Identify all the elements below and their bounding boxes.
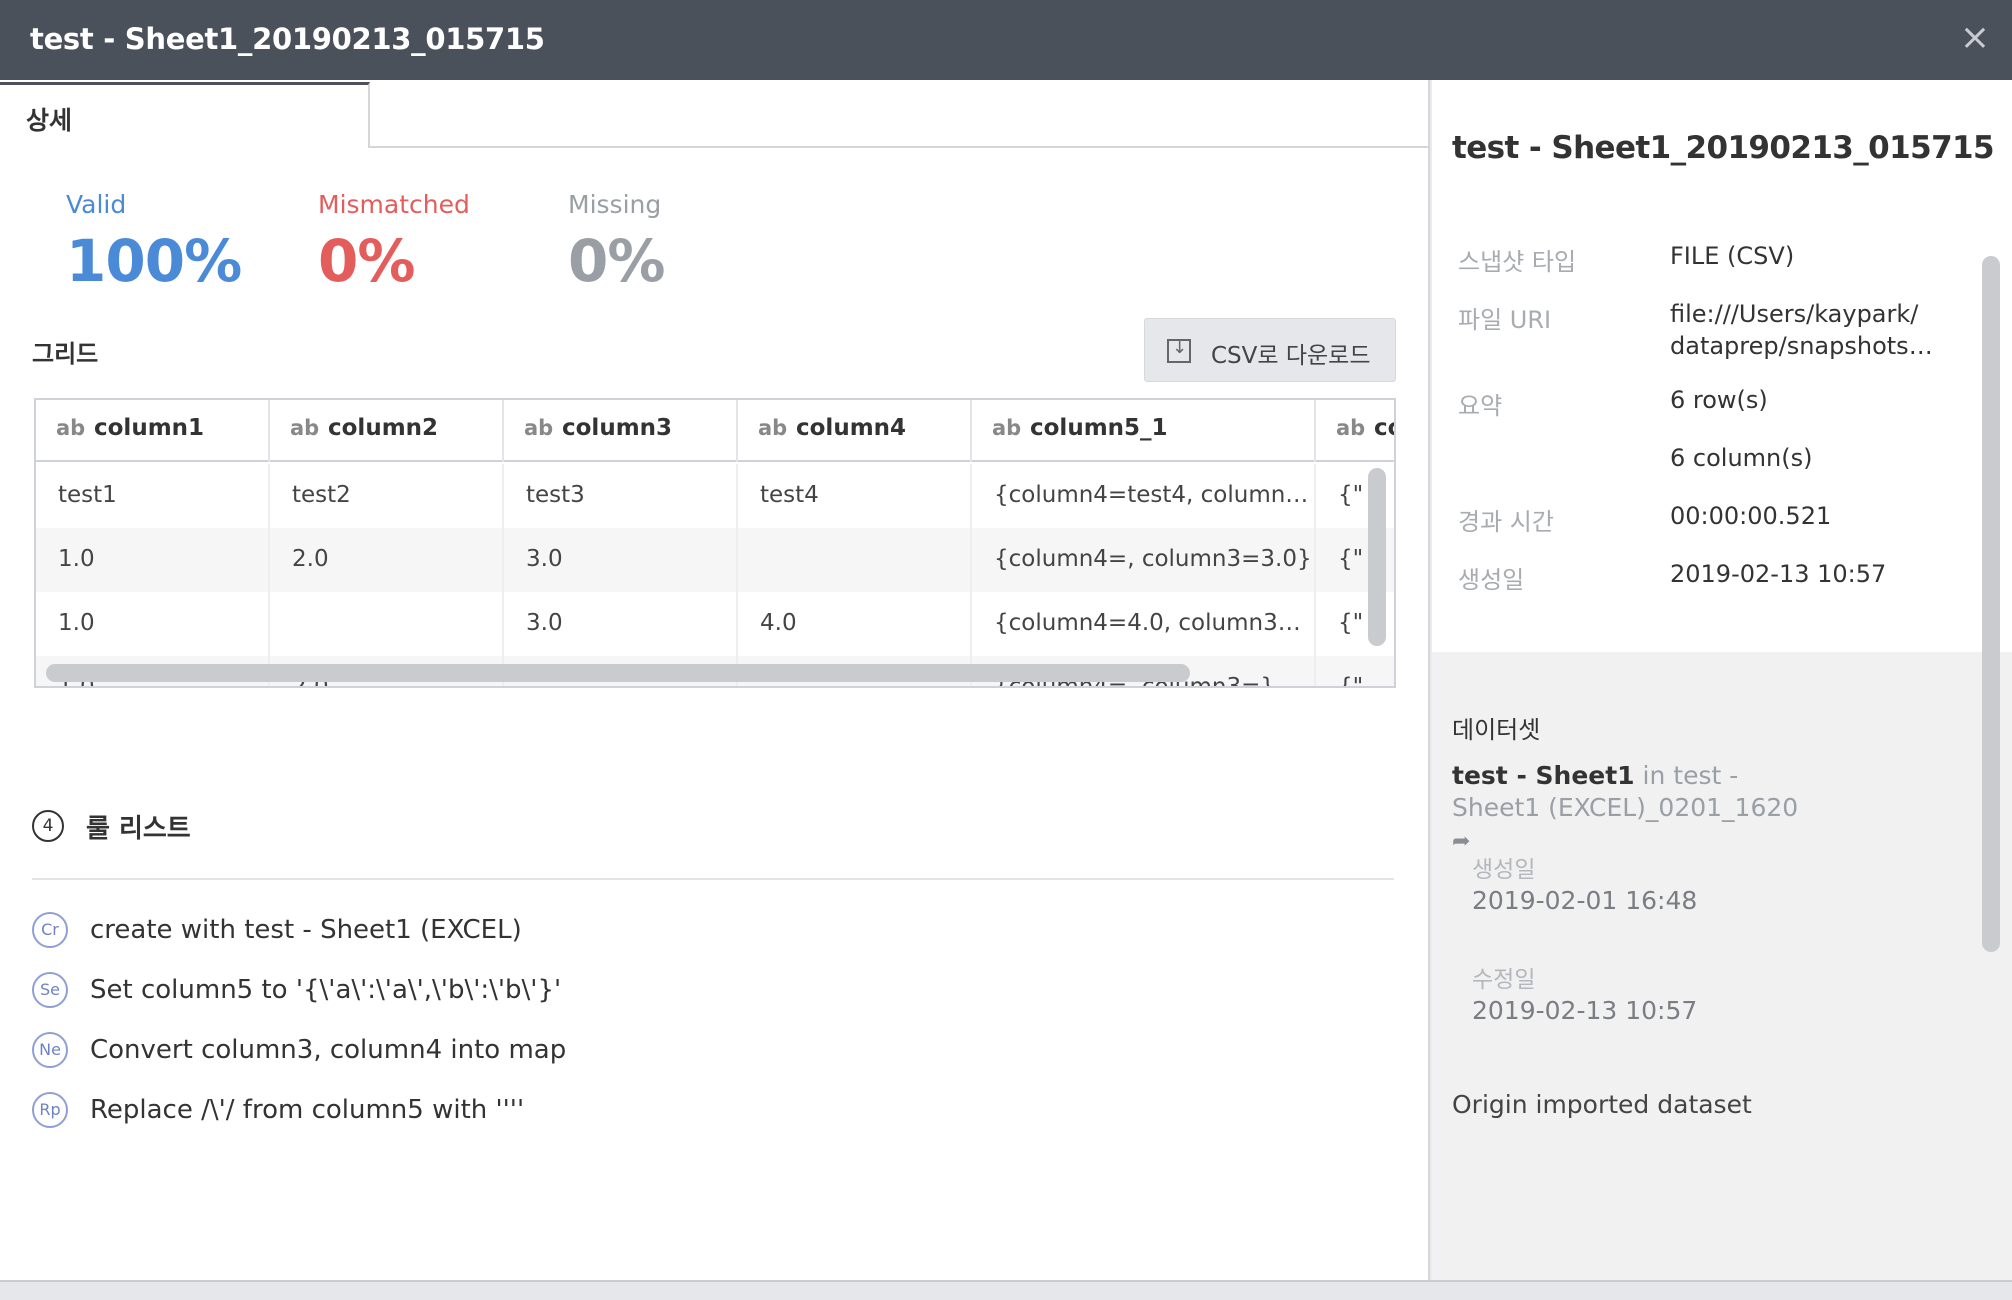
column-header[interactable]: ab column3 [504, 400, 738, 462]
table-cell: {column4=test4, column… [972, 464, 1316, 528]
table-cell: 3.0 [504, 592, 738, 656]
rule-text: create with test - Sheet1 (EXCEL) [90, 915, 522, 945]
table-cell [738, 528, 972, 592]
string-type-icon: ab [524, 416, 554, 440]
grid-horizontal-scrollbar[interactable] [46, 664, 1190, 682]
dataset-modified-label: 수정일 [1472, 967, 1536, 993]
share-icon[interactable]: ➦ [1452, 826, 1470, 858]
table-cell: test4 [738, 464, 972, 528]
string-type-icon: ab [290, 416, 320, 440]
dataset-name: test - Sheet1 [1452, 761, 1635, 790]
dataset-created-label: 생성일 [1472, 857, 1536, 883]
rule-text: Replace /\'/ from column5 with '''' [90, 1095, 525, 1125]
close-icon[interactable]: × [1960, 18, 1990, 58]
column-header[interactable]: abco [1316, 400, 1394, 462]
table-cell: 3.0 [504, 528, 738, 592]
table-cell: {" [1338, 674, 1364, 688]
string-type-icon: ab [992, 416, 1022, 440]
rule-text: Set column5 to '{\'a\':\'a\',\'b\':\'b\'… [90, 975, 562, 1005]
table-cell: 1.0 [36, 592, 270, 656]
column-header[interactable]: ab column5_1 [972, 400, 1316, 462]
tab-bar: 상세 [0, 80, 1430, 148]
info-panel: test - Sheet1_20190213_015715 스냅샷 타입 FIL… [1432, 80, 2012, 1280]
mismatched-label: Mismatched [318, 190, 470, 219]
dataset-modified-value: 2019-02-13 10:57 [1472, 996, 1698, 1025]
dataset-label: 데이터셋 [1452, 716, 1541, 744]
bottom-bar [0, 1280, 2012, 1300]
set-rule-icon: Se [32, 972, 68, 1008]
dataset-created-value: 2019-02-01 16:48 [1472, 886, 1698, 915]
detail-panel: 상세 Valid 100% Mismatched 0% Missing 0% 그… [0, 80, 1430, 1280]
download-icon [1167, 337, 1191, 363]
missing-stat: Missing 0% [568, 190, 665, 295]
valid-stat: Valid 100% [66, 190, 242, 295]
mismatched-stat: Mismatched 0% [318, 190, 470, 295]
csv-download-button[interactable]: CSV로 다운로드 [1144, 318, 1396, 382]
table-row: 1.0 2.0 3.0 {column4=, column3=3.0} {" [36, 528, 1394, 592]
string-type-icon: ab [56, 416, 86, 440]
create-rule-icon: Cr [32, 912, 68, 948]
table-cell: {column4=, column3=3.0} [972, 528, 1316, 592]
tab-detail[interactable]: 상세 [0, 82, 370, 148]
table-cell: test2 [270, 464, 504, 528]
data-grid: ab column1 ab column2 ab column3 ab column4 … [34, 398, 1396, 688]
grid-header: ab column1 ab column2 ab column3 ab column4 … [36, 400, 1394, 462]
grid-section-title: 그리드 [32, 340, 99, 368]
nest-rule-icon: Ne [32, 1032, 68, 1068]
string-type-icon: ab [758, 416, 788, 440]
table-cell: {column4=4.0, column3… [972, 592, 1316, 656]
table-row: 1.0 3.0 4.0 {column4=4.0, column3… {" [36, 592, 1394, 656]
replace-rule-icon: Rp [32, 1092, 68, 1128]
missing-value: 0% [568, 227, 665, 295]
column-header[interactable]: ab column1 [36, 400, 270, 462]
string-type-icon: ab [1336, 416, 1366, 440]
dataset-link[interactable]: test - Sheet1 in test - Sheet1 (EXCEL)_0… [1452, 760, 1812, 858]
snapshot-info: test - Sheet1_20190213_015715 스냅샷 타입 FIL… [1432, 80, 2012, 652]
valid-value: 100% [66, 227, 242, 295]
grid-vertical-scrollbar[interactable] [1368, 468, 1386, 646]
tab-detail-label: 상세 [26, 106, 73, 135]
valid-label: Valid [66, 190, 127, 219]
snapshot-title: test - Sheet1_20190213_015715 [1452, 130, 1995, 166]
dialog-title: test - Sheet1_20190213_015715 [30, 22, 545, 56]
missing-label: Missing [568, 190, 662, 219]
table-cell: 1.0 [36, 528, 270, 592]
rule-text: Convert column3, column4 into map [90, 1035, 567, 1065]
dialog-titlebar: test - Sheet1_20190213_015715 × [0, 0, 2012, 80]
rule-count-badge: 4 [32, 810, 64, 842]
table-cell: test1 [36, 464, 270, 528]
rule-list-title: 룰 리스트 [86, 814, 191, 844]
column-header[interactable]: ab column2 [270, 400, 504, 462]
divider [32, 878, 1394, 880]
table-cell: 4.0 [738, 592, 972, 656]
mismatched-value: 0% [318, 227, 415, 295]
table-cell [270, 592, 504, 656]
csv-download-label: CSV로 다운로드 [1211, 343, 1371, 369]
table-row: test1 test2 test3 test4 {column4=test4, … [36, 464, 1394, 528]
panel-scrollbar[interactable] [1982, 256, 2000, 952]
table-cell: test3 [504, 464, 738, 528]
column-header[interactable]: ab column4 [738, 400, 972, 462]
table-cell: 2.0 [270, 528, 504, 592]
dataset-origin: Origin imported dataset [1452, 1090, 1752, 1119]
